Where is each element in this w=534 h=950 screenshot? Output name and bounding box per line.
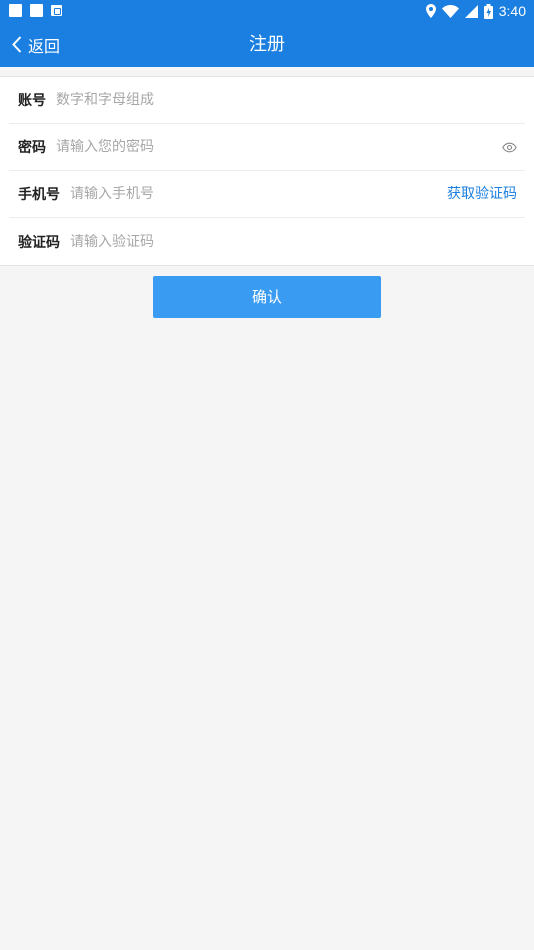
- password-row: 密码: [9, 124, 525, 171]
- app-notification-icon: [51, 5, 62, 16]
- chevron-left-icon: [12, 36, 22, 53]
- code-input[interactable]: [70, 233, 525, 250]
- confirm-button[interactable]: 确认: [153, 276, 381, 318]
- cell-signal-icon: [464, 4, 478, 18]
- account-label: 账号: [18, 93, 46, 109]
- back-button[interactable]: 返回: [12, 22, 60, 67]
- phone-label: 手机号: [18, 187, 60, 203]
- page-title: 注册: [249, 34, 285, 55]
- notification-square-icon: [30, 4, 43, 17]
- get-code-button[interactable]: 获取验证码: [447, 171, 517, 218]
- code-row: 验证码: [9, 218, 525, 265]
- back-label: 返回: [28, 36, 61, 56]
- password-input[interactable]: [56, 139, 525, 155]
- battery-charging-icon: [483, 3, 493, 19]
- location-icon: [425, 4, 436, 18]
- show-password-eye-icon[interactable]: [502, 140, 517, 155]
- account-input[interactable]: [56, 92, 525, 108]
- phone-row: 手机号 获取验证码: [9, 171, 525, 218]
- status-time: 3:40: [498, 3, 526, 19]
- wifi-icon: [441, 4, 459, 18]
- account-row: 账号: [9, 77, 525, 124]
- password-label: 密码: [18, 140, 46, 156]
- register-form: 账号 密码 手机号 获取验证码 验证码: [0, 76, 534, 266]
- title-bar: 返回 注册: [0, 22, 534, 67]
- status-bar: 3:40: [0, 0, 534, 22]
- code-label: 验证码: [18, 234, 60, 251]
- status-bar-notifications: [9, 4, 62, 17]
- notification-square-icon: [9, 4, 22, 17]
- status-bar-system: 3:40: [425, 2, 526, 20]
